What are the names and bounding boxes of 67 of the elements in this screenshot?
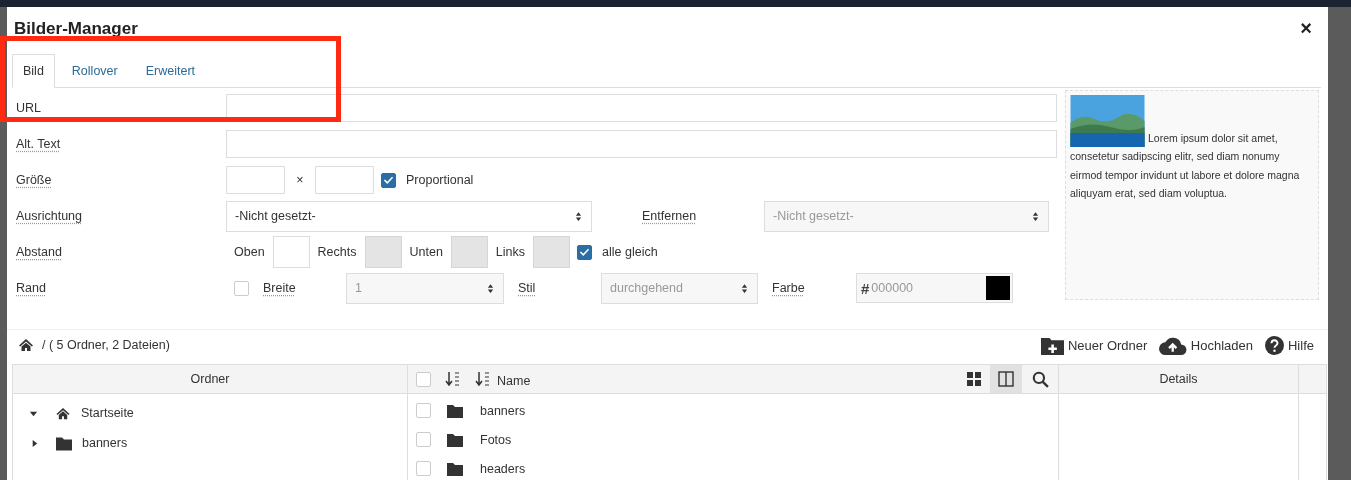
grid-icon [966,371,982,387]
caret-icon[interactable] [30,438,39,448]
field-label: Ausrichtung [16,209,83,223]
up-down-arrows-icon [1032,210,1039,222]
field-label: Farbe [772,281,806,295]
cloud-upload-icon [1159,335,1187,355]
height-field[interactable] [315,166,374,194]
preview-text: Lorem ipsum dolor sit amet, consetetur sadipscing elitr, sed diam nonumy eirmod tempor invidunt ut labore et dolore magna aliquyam erat, sed diam voluptua. [1070,95,1314,203]
field-label: URL [16,101,42,115]
field-label: Stil [518,281,537,295]
sort-icon[interactable] [445,371,461,387]
tab[interactable]: Rollover [60,54,129,88]
up-down-arrows-icon [575,210,582,222]
search-icon[interactable] [1032,370,1049,388]
sort-icon[interactable] [475,371,491,387]
times-sign: × [295,173,305,187]
up-down-arrows-icon [741,282,748,294]
column-header: Name [497,374,531,388]
folder-icon [56,435,72,451]
checkbox-label: Proportional [406,173,474,187]
close-button[interactable]: × [1296,17,1316,40]
view-toggle[interactable] [990,365,1022,393]
spacing-label: Links [495,245,526,259]
tree-item[interactable]: banners [13,428,407,458]
tab[interactable]: Bild [12,54,55,88]
alt-text-field[interactable] [226,130,1057,158]
field-label: Alt. Text [16,137,62,151]
toolbar-button[interactable]: Hilfe [1265,335,1314,355]
field-label: Größe [16,173,53,187]
home-icon [55,405,71,421]
spacing-label: Unten [409,245,443,259]
field-label: Abstand [16,245,63,259]
file-name[interactable]: Fotos [480,432,512,447]
color-placeholder: 000000 [871,281,915,295]
breadcrumb-path: / ( 5 Ordner, 2 Dateien) [42,338,170,352]
url-field[interactable] [226,94,1057,122]
file-name[interactable]: headers [480,461,526,476]
toolbar-button[interactable]: Hochladen [1159,335,1253,355]
hash-sign: # [861,279,870,297]
field-label: Breite [263,281,297,295]
file-name[interactable]: banners [480,403,526,418]
home-icon[interactable] [18,337,34,353]
column-header: Details [1059,365,1298,394]
field-label: Rand [16,281,47,295]
folder-icon [447,461,463,476]
tree-item[interactable]: Startseite [13,398,407,428]
checkbox[interactable] [381,172,396,188]
color-field[interactable]: #000000 [856,273,1013,303]
dialog-title: Bilder-Manager [14,18,138,39]
folder-icon [447,432,463,447]
toolbar-button[interactable]: Neuer Ordner [1040,335,1148,355]
color-swatch[interactable] [986,276,1010,300]
folder-icon [447,403,463,418]
up-down-arrows-icon [487,282,494,294]
columns-icon [998,371,1014,387]
checkbox-label: alle gleich [602,245,658,259]
help-icon [1265,335,1284,355]
width-field[interactable] [226,166,285,194]
checkbox[interactable] [577,244,593,260]
tab[interactable]: Erweitert [134,54,207,88]
spacing-label: Oben [234,245,265,259]
spacing-field[interactable] [272,236,310,268]
folder-plus-icon [1040,335,1064,355]
alignment-select[interactable]: -Nicht gesetzt- [226,200,592,232]
column-header: Ordner [13,365,407,394]
spacing-label: Rechts [317,245,357,259]
field-label: Entfernen [642,209,698,223]
